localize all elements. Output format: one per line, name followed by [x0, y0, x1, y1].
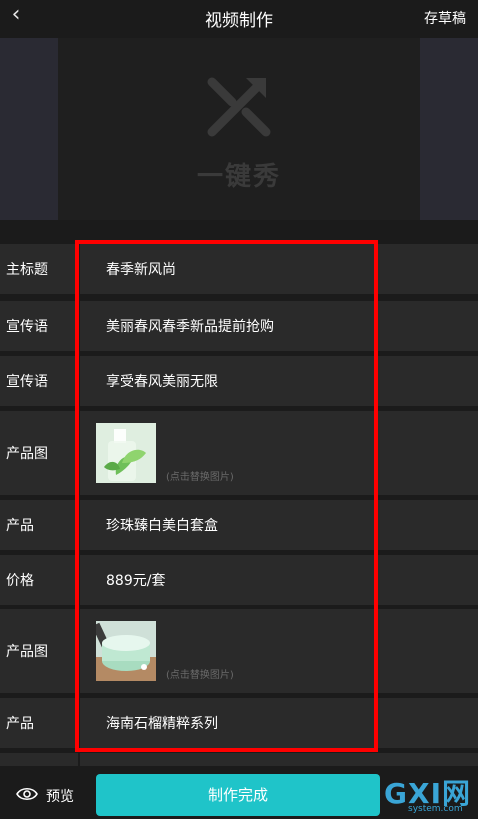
field-label: 主标题	[6, 262, 48, 278]
header-bar: ‹ 视频制作 存草稿	[0, 0, 478, 38]
eye-icon	[16, 786, 38, 806]
watermark-site: system.com	[408, 804, 463, 814]
video-preview[interactable]: 一键秀	[0, 38, 478, 220]
field-label: 产品	[6, 716, 34, 732]
field-label: 产品图	[6, 446, 48, 462]
preview-button[interactable]: 预览	[16, 786, 74, 806]
site-watermark: GXI网 system.com	[380, 770, 478, 819]
highlight-box	[75, 240, 378, 752]
field-label: 产品图	[6, 644, 48, 660]
field-label: 宣传语	[6, 374, 48, 390]
field-label: 价格	[6, 573, 34, 589]
preview-label: 预览	[46, 789, 74, 805]
shuffle-icon	[58, 74, 420, 144]
save-draft-button[interactable]: 存草稿	[424, 8, 466, 28]
logo-text: 一键秀	[196, 162, 281, 192]
preview-canvas: 一键秀	[58, 38, 420, 220]
page-title: 视频制作	[205, 11, 273, 31]
field-label: 宣传语	[6, 319, 48, 335]
finish-button[interactable]: 制作完成	[96, 774, 380, 816]
field-label: 产品	[6, 518, 34, 534]
